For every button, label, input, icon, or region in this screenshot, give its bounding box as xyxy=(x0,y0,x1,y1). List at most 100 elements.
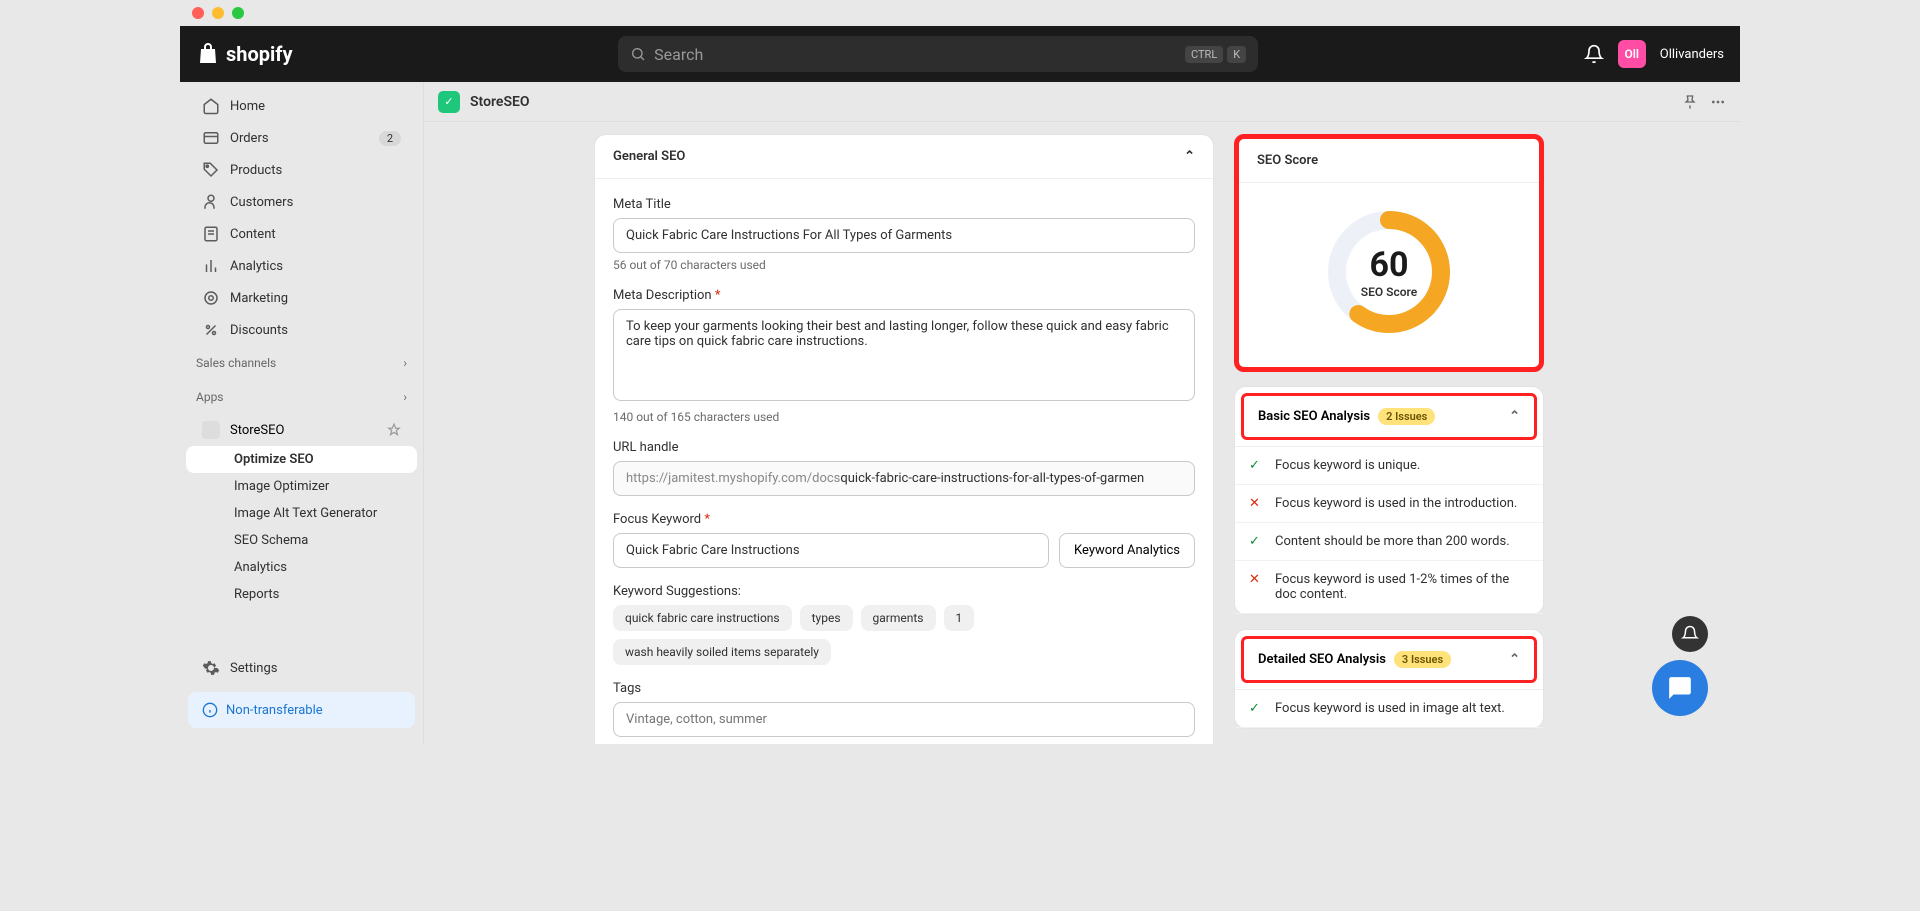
chat-fab[interactable] xyxy=(1652,660,1708,716)
app-icon-small xyxy=(202,421,220,439)
discount-icon xyxy=(202,321,220,339)
meta-title-helper: 56 out of 70 characters used xyxy=(613,258,1195,272)
keyword-suggestions-label: Keyword Suggestions: xyxy=(613,584,1195,599)
search-placeholder: Search xyxy=(654,45,703,64)
seo-score-header: SEO Score xyxy=(1239,139,1539,183)
basic-analysis-header[interactable]: Basic SEO Analysis 2 Issues ⌃ xyxy=(1241,393,1537,440)
seo-score-value: 60 xyxy=(1369,245,1408,285)
content-icon xyxy=(202,225,220,243)
meta-desc-input[interactable] xyxy=(613,309,1195,401)
tag-icon xyxy=(202,161,220,179)
check-icon: ✓ xyxy=(1249,701,1265,716)
orders-icon xyxy=(202,129,220,147)
home-icon xyxy=(202,97,220,115)
sidebar-item-customers[interactable]: Customers xyxy=(186,186,417,218)
sidebar-subitem-image-alt-text-generator[interactable]: Image Alt Text Generator xyxy=(186,500,417,527)
sidebar-settings[interactable]: Settings xyxy=(186,652,417,684)
check-icon: ✓ xyxy=(1249,458,1265,473)
keyword-suggestion-chip[interactable]: quick fabric care instructions xyxy=(613,605,792,631)
url-handle-input[interactable]: https://jamitest.myshopify.com/docs quic… xyxy=(613,461,1195,496)
analysis-item: ✓Content should be more than 200 words. xyxy=(1235,523,1543,561)
search-icon xyxy=(630,46,646,62)
top-bar: shopify Search CTRL K Oll Ollivanders xyxy=(180,26,1740,82)
apps-section[interactable]: Apps › xyxy=(180,380,423,414)
user-avatar[interactable]: Oll xyxy=(1618,40,1646,68)
sidebar-subitem-image-optimizer[interactable]: Image Optimizer xyxy=(186,473,417,500)
meta-title-input[interactable] xyxy=(613,218,1195,253)
sidebar-item-home[interactable]: Home xyxy=(186,90,417,122)
seo-score-donut: 60 SEO Score xyxy=(1324,207,1454,337)
seo-score-label: SEO Score xyxy=(1361,285,1417,299)
meta-title-label: Meta Title xyxy=(613,197,1195,212)
general-seo-header[interactable]: General SEO ⌃ xyxy=(595,135,1213,179)
pin-icon[interactable] xyxy=(387,423,401,437)
kbd-k: K xyxy=(1227,46,1246,63)
tags-input[interactable] xyxy=(613,702,1195,737)
chevron-up-icon: ⌃ xyxy=(1509,409,1520,424)
sidebar-item-marketing[interactable]: Marketing xyxy=(186,282,417,314)
analysis-item: ✕Focus keyword is used in the introducti… xyxy=(1235,485,1543,523)
sidebar-item-orders[interactable]: Orders2 xyxy=(186,122,417,154)
analysis-item: ✕Focus keyword is used 1-2% times of the… xyxy=(1235,561,1543,614)
meta-desc-helper: 140 out of 165 characters used xyxy=(613,410,1195,424)
notifications-fab[interactable] xyxy=(1672,616,1708,652)
bell-icon[interactable] xyxy=(1584,44,1604,64)
keyword-suggestion-chip[interactable]: types xyxy=(800,605,853,631)
sidebar: HomeOrders2ProductsCustomersContentAnaly… xyxy=(180,82,424,744)
analysis-item: ✓Focus keyword is used in image alt text… xyxy=(1235,690,1543,728)
analysis-item: ✓Focus keyword is unique. xyxy=(1235,447,1543,485)
non-transferable-banner[interactable]: Non-transferable xyxy=(188,692,415,728)
badge: 2 xyxy=(379,131,401,146)
meta-desc-label: Meta Description * xyxy=(613,288,1195,303)
kbd-ctrl: CTRL xyxy=(1185,46,1223,63)
focus-keyword-label: Focus Keyword * xyxy=(613,512,1195,527)
info-icon xyxy=(202,702,218,718)
person-icon xyxy=(202,193,220,211)
keyword-analytics-button[interactable]: Keyword Analytics xyxy=(1059,533,1195,568)
sidebar-subitem-seo-schema[interactable]: SEO Schema xyxy=(186,527,417,554)
chevron-right-icon: › xyxy=(403,356,407,370)
analytics-icon xyxy=(202,257,220,275)
x-icon: ✕ xyxy=(1249,496,1265,511)
general-seo-card: General SEO ⌃ Meta Title 56 out of 70 ch… xyxy=(594,134,1214,744)
detailed-issues-badge: 3 Issues xyxy=(1394,651,1451,668)
chevron-up-icon: ⌃ xyxy=(1509,652,1520,667)
maximize-window-dot[interactable] xyxy=(232,7,244,19)
focus-keyword-input[interactable] xyxy=(613,533,1049,568)
chevron-right-icon: › xyxy=(403,390,407,404)
window-titlebar xyxy=(180,0,1740,26)
sidebar-item-products[interactable]: Products xyxy=(186,154,417,186)
minimize-window-dot[interactable] xyxy=(212,7,224,19)
sidebar-subitem-optimize-seo[interactable]: Optimize SEO xyxy=(186,446,417,473)
sales-channels-section[interactable]: Sales channels › xyxy=(180,346,423,380)
sidebar-subitem-reports[interactable]: Reports xyxy=(186,581,417,608)
check-icon: ✓ xyxy=(1249,534,1265,549)
keyword-suggestion-chip[interactable]: garments xyxy=(861,605,936,631)
tags-label: Tags xyxy=(613,681,1195,696)
storeseo-icon: ✓ xyxy=(438,91,460,113)
user-name[interactable]: Ollivanders xyxy=(1660,47,1724,62)
pin-icon[interactable] xyxy=(1682,94,1698,110)
gear-icon xyxy=(202,659,220,677)
url-handle-label: URL handle xyxy=(613,440,1195,455)
detailed-analysis-header[interactable]: Detailed SEO Analysis 3 Issues ⌃ xyxy=(1241,636,1537,683)
marketing-icon xyxy=(202,289,220,307)
close-window-dot[interactable] xyxy=(192,7,204,19)
global-search[interactable]: Search CTRL K xyxy=(618,36,1258,72)
keyword-suggestion-chip[interactable]: wash heavily soiled items separately xyxy=(613,639,831,665)
sidebar-item-analytics[interactable]: Analytics xyxy=(186,250,417,282)
more-icon[interactable] xyxy=(1710,94,1726,110)
chevron-up-icon: ⌃ xyxy=(1184,149,1195,164)
seo-score-card: SEO Score 60 SEO Score xyxy=(1234,134,1544,372)
sidebar-item-discounts[interactable]: Discounts xyxy=(186,314,417,346)
brand-text: shopify xyxy=(226,42,293,66)
shopify-bag-icon xyxy=(196,42,220,66)
app-header: ✓ StoreSEO xyxy=(424,82,1740,122)
keyword-suggestion-chip[interactable]: 1 xyxy=(944,605,975,631)
basic-issues-badge: 2 Issues xyxy=(1378,408,1435,425)
app-title: StoreSEO xyxy=(470,94,530,110)
sidebar-item-content[interactable]: Content xyxy=(186,218,417,250)
sidebar-app-storeseo[interactable]: StoreSEO xyxy=(186,414,417,446)
sidebar-subitem-analytics[interactable]: Analytics xyxy=(186,554,417,581)
shopify-logo[interactable]: shopify xyxy=(196,42,293,66)
